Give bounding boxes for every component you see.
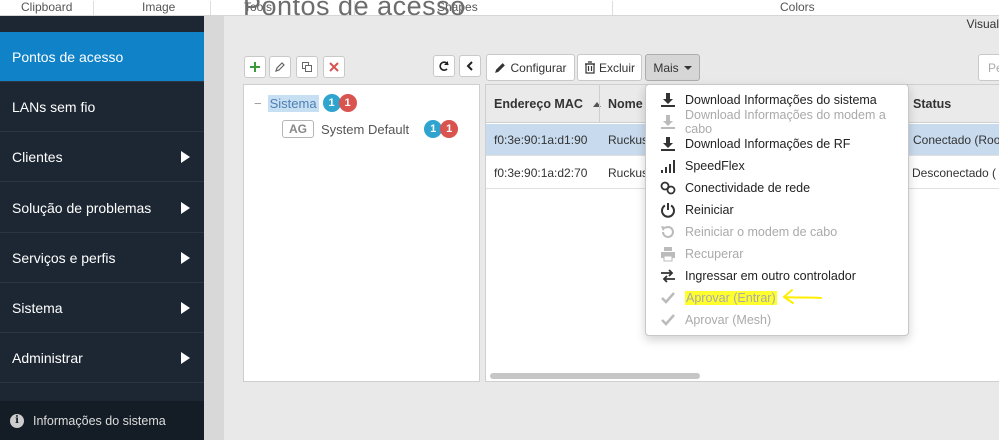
cell-name: Ruckus — [608, 133, 649, 147]
check-icon — [660, 312, 676, 328]
ribbon-image[interactable]: Image — [142, 0, 175, 16]
tree-node-system[interactable]: − Sistema 1 1 — [254, 94, 357, 112]
delete-button[interactable]: Excluir — [577, 54, 642, 81]
annotation-arrow-icon — [783, 289, 822, 304]
sidebar-item-label: Serviços e perfis — [12, 249, 116, 266]
caret-down-icon — [683, 65, 692, 70]
menu-item-download-rf-info[interactable]: Download Informações de RF — [646, 133, 908, 155]
more-dropdown-button[interactable]: Mais — [645, 54, 700, 81]
more-menu: Download Informações do sistema Download… — [645, 84, 909, 336]
sidebar-item-label: Administrar — [12, 349, 83, 366]
swap-arrows-icon — [660, 268, 676, 284]
offline-count-badge: 1 — [338, 94, 357, 112]
clone-button[interactable] — [296, 56, 318, 78]
ap-group-tree: − Sistema 1 1 AG System Default 1 1 — [243, 84, 480, 382]
sidebar: Pontos de acesso LANs sem fio Clientes S… — [0, 16, 204, 440]
ap-group-tag: AG — [282, 120, 314, 138]
cell-status: Conectado (Root — [913, 133, 999, 147]
sidebar-item-label: LANs sem fio — [12, 98, 96, 115]
sidebar-item-wlans[interactable]: LANs sem fio — [0, 82, 204, 132]
sidebar-item-administer[interactable]: Administrar — [0, 333, 204, 383]
chevron-left-icon — [466, 61, 473, 71]
delete-tree-button[interactable] — [323, 56, 345, 78]
menu-item-approve-join: Aprovar (Entrar) — [646, 287, 908, 309]
pencil-icon — [495, 63, 506, 73]
menu-item-network-connectivity[interactable]: Conectividade de rede — [646, 177, 908, 199]
signal-bars-icon — [660, 158, 676, 174]
system-info-link[interactable]: i Informações do sistema — [0, 401, 204, 440]
ribbon-clipboard[interactable]: Clipboard — [21, 0, 72, 16]
download-icon — [660, 136, 676, 152]
tree-node-label[interactable]: System Default — [321, 122, 409, 137]
configure-button[interactable]: Configurar — [486, 54, 575, 81]
page-title: Pontos de acesso — [243, 0, 466, 21]
caret-right-icon — [181, 151, 190, 163]
caret-right-icon — [181, 202, 190, 214]
sidebar-item-access-points[interactable]: Pontos de acesso — [0, 32, 204, 82]
collapse-button[interactable] — [459, 55, 481, 77]
column-header-mac[interactable]: Endereço MAC — [494, 85, 601, 123]
ribbon-colors[interactable]: Colors — [780, 0, 815, 16]
sidebar-item-label: Sistema — [12, 299, 63, 316]
tree-node-label[interactable]: Sistema — [267, 94, 319, 112]
refresh-button[interactable] — [433, 55, 455, 77]
menu-item-restart[interactable]: Reiniciar — [646, 199, 908, 221]
check-icon — [660, 290, 676, 306]
sidebar-item-label: Solução de problemas — [12, 199, 152, 216]
menu-item-approve-mesh: Aprovar (Mesh) — [646, 309, 908, 331]
refresh-icon — [439, 61, 449, 71]
cell-mac: f0:3e:90:1a:d1:90 — [494, 133, 588, 147]
copy-icon — [302, 62, 312, 72]
horizontal-scrollbar[interactable] — [490, 373, 700, 379]
sidebar-item-troubleshooting[interactable]: Solução de problemas — [0, 183, 204, 233]
image-editor-ribbon: Clipboard Image Tools Shapes Colors — [0, 0, 999, 16]
sidebar-item-label: Pontos de acesso — [12, 48, 124, 65]
sidebar-item-label: Clientes — [12, 148, 63, 165]
menu-item-restart-cable-modem: Reiniciar o modem de cabo — [646, 221, 908, 243]
menu-item-recover: Recuperar — [646, 243, 908, 265]
edit-button[interactable] — [269, 56, 291, 78]
download-icon — [660, 114, 676, 130]
power-icon — [660, 202, 676, 218]
menu-item-join-controller[interactable]: Ingressar em outro controlador — [646, 265, 908, 287]
highlighted-label: Aprovar (Entrar) — [685, 291, 777, 305]
cell-mac: f0:3e:90:1a:d2:70 — [494, 166, 588, 180]
sidebar-item-clients[interactable]: Clientes — [0, 132, 204, 182]
sidebar-item-services[interactable]: Serviços e perfis — [0, 233, 204, 283]
sidebar-gutter — [204, 16, 224, 440]
caret-right-icon — [181, 252, 190, 264]
tree-node-system-default[interactable]: AG System Default 1 1 — [282, 120, 459, 138]
link-icon — [660, 180, 676, 196]
info-icon: i — [10, 413, 24, 428]
online-count-badge: 1 — [322, 94, 341, 112]
printer-icon — [660, 246, 676, 262]
system-info-label: Informações do sistema — [33, 413, 166, 428]
cell-status: Desconectado ( 2 — [912, 166, 999, 180]
offline-count-badge: 1 — [440, 120, 459, 138]
plus-icon — [250, 62, 260, 72]
menu-item-speedflex[interactable]: SpeedFlex — [646, 155, 908, 177]
caret-right-icon — [181, 352, 190, 364]
caret-right-icon — [181, 302, 190, 314]
undo-icon — [660, 224, 676, 240]
sidebar-item-system[interactable]: Sistema — [0, 283, 204, 333]
add-button[interactable] — [244, 56, 266, 78]
column-header-status[interactable]: Status — [913, 85, 951, 123]
trash-icon — [584, 61, 595, 74]
pencil-icon — [275, 62, 285, 72]
download-icon — [660, 92, 676, 108]
menu-item-download-modem-info: Download Informações do modem a cabo — [646, 108, 908, 136]
search-input[interactable]: Pe — [978, 54, 999, 81]
visual-label[interactable]: Visual — [967, 17, 999, 31]
cell-name: Ruckus — [608, 166, 649, 180]
collapse-node-icon[interactable]: − — [254, 96, 262, 111]
close-icon — [329, 62, 339, 72]
